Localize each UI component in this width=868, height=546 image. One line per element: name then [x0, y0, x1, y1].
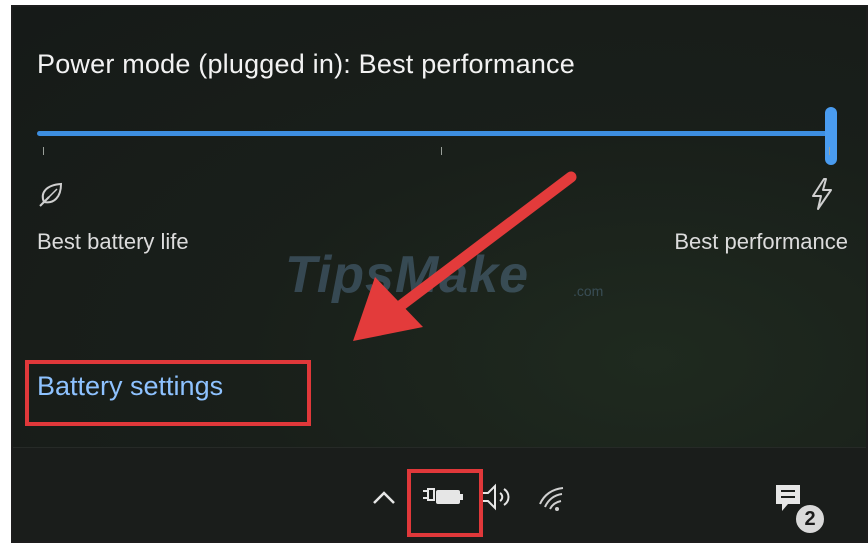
- power-mode-slider-track[interactable]: [37, 131, 829, 136]
- highlight-box: [25, 360, 311, 426]
- power-mode-slider-thumb[interactable]: [825, 107, 837, 165]
- screenshot-frame: Power mode (plugged in): Best performanc…: [11, 5, 868, 543]
- power-mode-flyout: Power mode (plugged in): Best performanc…: [13, 7, 866, 447]
- battery-icon-highlight-box: [407, 469, 483, 537]
- leaf-icon: [39, 182, 63, 207]
- chevron-up-icon[interactable]: [371, 488, 397, 506]
- best-battery-life-label: Best battery life: [37, 229, 189, 254]
- slider-tick: [43, 147, 44, 155]
- best-performance-label: Best performance: [674, 229, 848, 254]
- slider-tick: [829, 147, 830, 155]
- power-mode-title: Power mode (plugged in): Best performanc…: [37, 49, 575, 79]
- red-arrow-annotation: [353, 171, 577, 341]
- volume-icon[interactable]: [479, 482, 519, 512]
- lightning-bolt-icon: [812, 178, 832, 210]
- wifi-icon[interactable]: [537, 482, 569, 512]
- notification-count-badge: 2: [794, 503, 826, 535]
- slider-tick: [441, 147, 442, 155]
